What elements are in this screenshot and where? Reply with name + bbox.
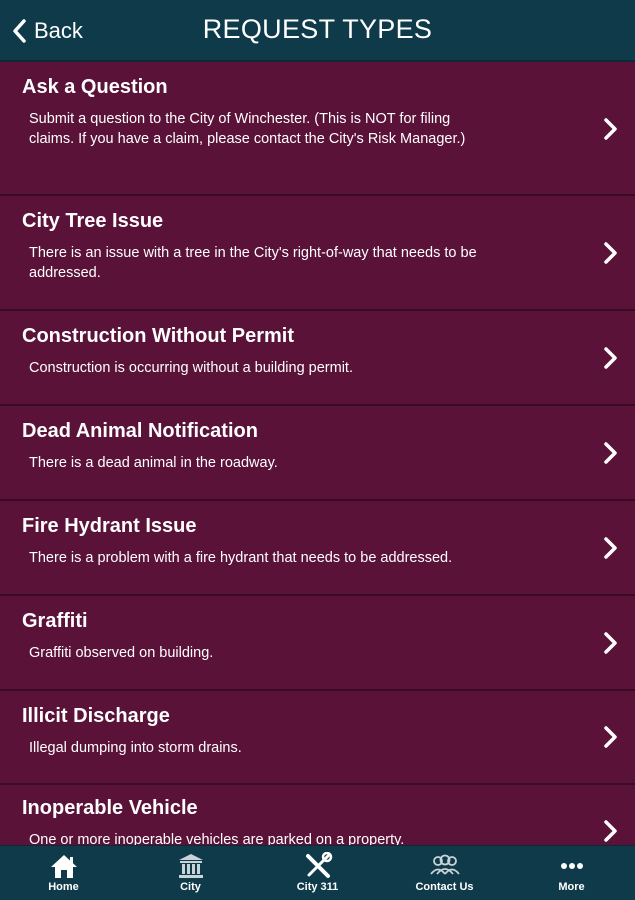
item-title: Illicit Discharge [22,705,170,727]
item-description: There is a problem with a fire hydrant t… [29,550,453,566]
bottom-tab-bar: Home City City 311 Contact Us More [0,845,635,900]
tab-city[interactable]: City [127,846,254,900]
chevron-right-icon [604,726,617,748]
list-item-graffiti[interactable]: Graffiti Graffiti observed on building. [0,596,635,691]
item-title: City Tree Issue [22,210,164,232]
tab-home[interactable]: Home [0,846,127,900]
chevron-right-icon [604,118,617,140]
list-item-city-tree-issue[interactable]: City Tree Issue There is an issue with a… [0,196,635,311]
chevron-right-icon [604,442,617,464]
tab-label: Home [48,881,79,893]
chevron-right-icon [604,820,617,842]
tab-more[interactable]: More [508,846,635,900]
request-type-list: Ask a Question Submit a question to the … [0,62,635,845]
tab-label: City 311 [296,881,339,893]
item-title: Ask a Question [22,76,168,98]
chevron-right-icon [604,632,617,654]
list-item-construction-without-permit[interactable]: Construction Without Permit Construction… [0,311,635,406]
more-icon [560,863,583,869]
tab-label: Contact Us [415,881,474,893]
item-description: One or more inoperable vehicles are park… [29,832,405,845]
item-title: Construction Without Permit [22,325,295,347]
chevron-right-icon [604,347,617,369]
chevron-right-icon [604,242,617,264]
header-bar: Back REQUEST TYPES [0,0,635,62]
item-description: Construction is occurring without a buil… [29,360,353,376]
chevron-right-icon [604,537,617,559]
tab-city-311[interactable]: City 311 [254,846,381,900]
item-description: Illegal dumping into storm drains. [29,740,242,756]
tab-contact-us[interactable]: Contact Us [381,846,508,900]
tools-icon [305,852,332,878]
page-title: REQUEST TYPES [202,14,433,44]
item-title: Dead Animal Notification [22,420,258,442]
list-item-inoperable-vehicle[interactable]: Inoperable Vehicle One or more inoperabl… [0,785,635,845]
tab-label: More [558,881,585,893]
item-title: Inoperable Vehicle [22,797,198,819]
item-title: Graffiti [22,610,88,632]
list-item-fire-hydrant-issue[interactable]: Fire Hydrant Issue There is a problem wi… [0,501,635,596]
list-item-dead-animal-notification[interactable]: Dead Animal Notification There is a dead… [0,406,635,501]
tab-label: City [180,881,201,893]
list-item-illicit-discharge[interactable]: Illicit Discharge Illegal dumping into s… [0,691,635,785]
people-icon [429,854,460,875]
city-hall-icon [178,854,203,878]
list-item-ask-a-question[interactable]: Ask a Question Submit a question to the … [0,62,635,196]
item-title: Fire Hydrant Issue [22,515,197,537]
item-description: There is an issue with a tree in the Cit… [29,245,477,281]
home-icon [50,855,77,878]
item-description: There is a dead animal in the roadway. [29,455,278,471]
item-description: Submit a question to the City of Winches… [29,111,466,147]
item-description: Graffiti observed on building. [29,645,214,661]
